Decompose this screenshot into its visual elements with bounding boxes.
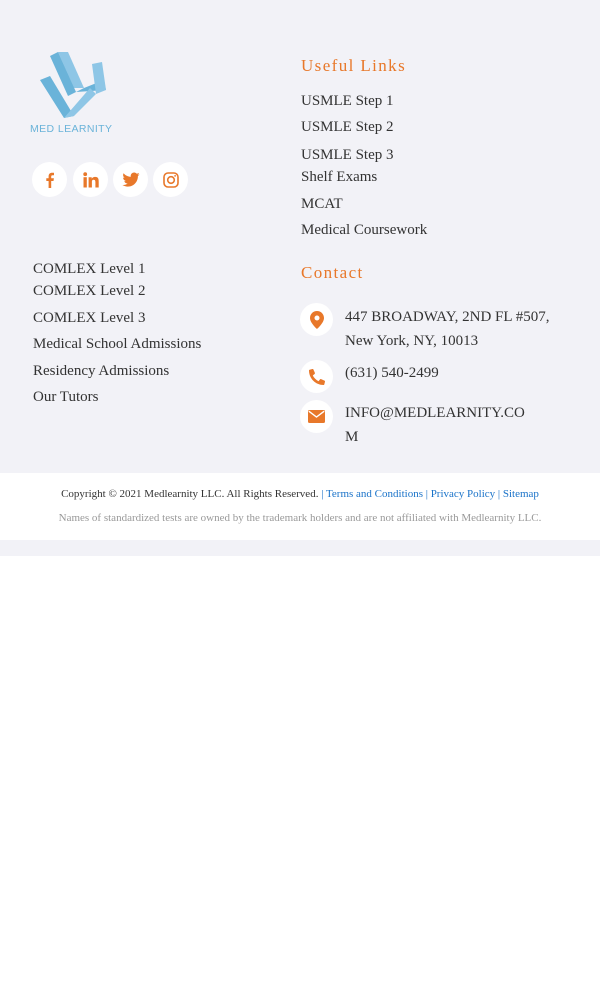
email-icon-badge	[300, 400, 333, 433]
twitter-icon	[121, 172, 139, 187]
sitemap-link[interactable]: Sitemap	[503, 488, 539, 500]
linkedin-icon	[82, 171, 99, 187]
separator: |	[425, 488, 428, 500]
medlearnity-logo[interactable]: MED LEARNITY	[30, 50, 116, 138]
link-residency-admissions[interactable]: Residency Admissions	[33, 363, 169, 380]
facebook-link[interactable]	[32, 162, 67, 197]
link-medical-coursework[interactable]: Medical Coursework	[301, 222, 427, 239]
phone-icon-badge	[300, 360, 333, 393]
link-medical-school-admissions[interactable]: Medical School Admissions	[33, 336, 201, 353]
logo-mark-icon	[40, 52, 106, 118]
link-usmle-step-3[interactable]: USMLE Step 3	[301, 147, 394, 164]
footer: MED LEARNITY Useful Links USMLE Step 1 U…	[0, 0, 600, 473]
link-shelf-exams[interactable]: Shelf Exams	[301, 169, 377, 186]
contact-heading: Contact	[301, 263, 364, 282]
link-usmle-step-2[interactable]: USMLE Step 2	[301, 119, 394, 136]
copyright-bar: Copyright © 2021 Medlearnity LLC. All Ri…	[0, 473, 600, 540]
linkedin-link[interactable]	[73, 162, 108, 197]
bottom-strip	[0, 540, 600, 556]
contact-phone[interactable]: (631) 540-2499	[345, 361, 439, 385]
logo-text: MED LEARNITY	[30, 123, 113, 135]
map-marker-icon	[309, 310, 324, 329]
envelope-icon	[308, 410, 325, 423]
link-our-tutors[interactable]: Our Tutors	[33, 389, 98, 406]
facebook-icon	[45, 172, 54, 188]
location-icon-badge	[300, 303, 333, 336]
copyright-line: Copyright © 2021 Medlearnity LLC. All Ri…	[0, 488, 600, 500]
email-line-2: M	[345, 429, 359, 445]
email-line-1: INFO@MEDLEARNITY.CO	[345, 405, 525, 421]
link-usmle-step-1[interactable]: USMLE Step 1	[301, 93, 394, 110]
address-line-1: 447 BROADWAY, 2ND FL #507,	[345, 309, 550, 325]
link-mcat[interactable]: MCAT	[301, 196, 343, 213]
instagram-link[interactable]	[153, 162, 188, 197]
contact-address: 447 BROADWAY, 2ND FL #507, New York, NY,…	[345, 305, 549, 353]
copyright-text: Copyright © 2021 Medlearnity LLC. All Ri…	[61, 488, 319, 500]
contact-email[interactable]: INFO@MEDLEARNITY.CO M	[345, 401, 525, 449]
trademark-disclaimer: Names of standardized tests are owned by…	[58, 512, 542, 524]
privacy-policy-link[interactable]: Privacy Policy	[431, 488, 495, 500]
separator: |	[321, 488, 324, 500]
useful-links-heading: Useful Links	[301, 56, 407, 75]
phone-icon	[308, 368, 325, 385]
link-comlex-level-1[interactable]: COMLEX Level 1	[33, 261, 145, 278]
link-comlex-level-2[interactable]: COMLEX Level 2	[33, 283, 145, 300]
terms-link[interactable]: Terms and Conditions	[326, 488, 423, 500]
twitter-link[interactable]	[113, 162, 148, 197]
instagram-icon	[162, 171, 179, 188]
address-line-2: New York, NY, 10013	[345, 333, 479, 349]
separator: |	[497, 488, 501, 500]
link-comlex-level-3[interactable]: COMLEX Level 3	[33, 310, 145, 327]
